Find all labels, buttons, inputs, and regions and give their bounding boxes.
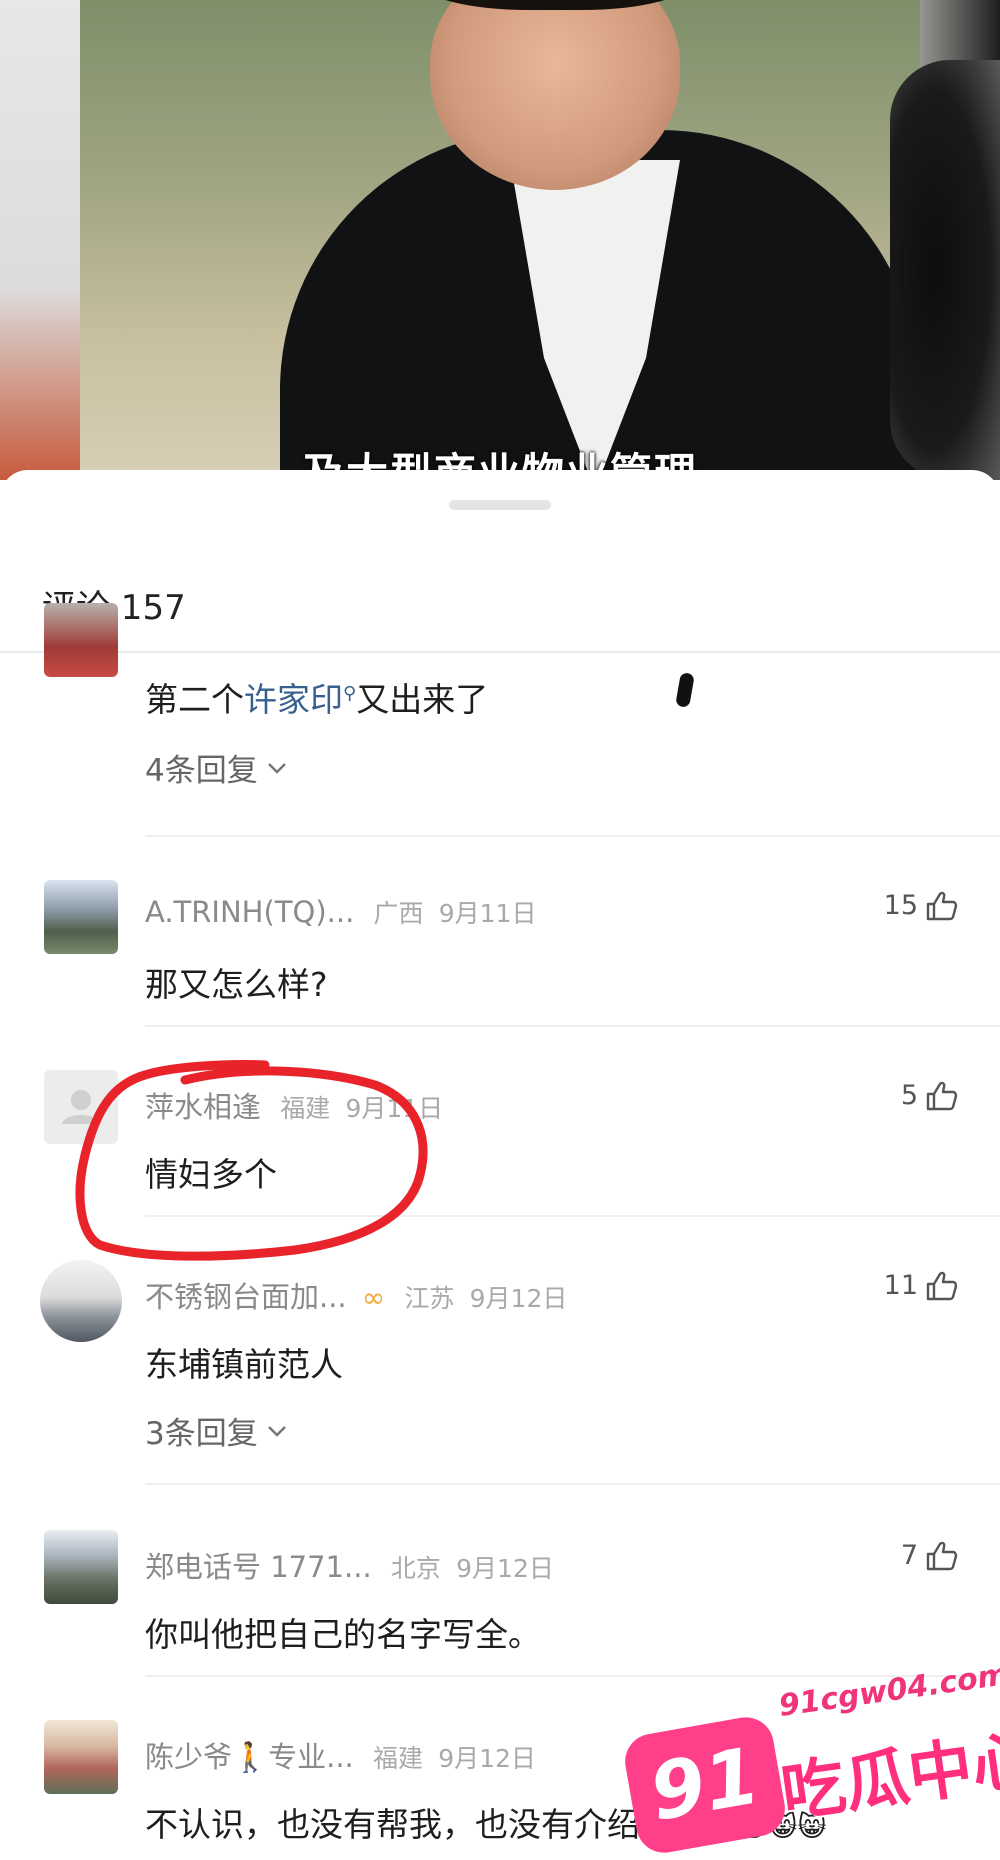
thumbs-up-icon <box>926 1541 958 1570</box>
watermark-url: 91cgw04.com <box>776 1657 1000 1724</box>
comment-divider <box>145 835 1000 837</box>
username[interactable]: 陈少爷🚶专业... <box>145 1740 354 1774</box>
username-row: 不锈钢台面加... ∞ 江苏 9月12日 <box>145 1274 567 1316</box>
comment-item: A.TRINH(TQ)... 广西 9月11日 15 那又怎么样? <box>0 880 1000 1060</box>
location: 福建 <box>372 1744 423 1773</box>
comment-item: 第二个许家印⚲又出来了 4条回复 <box>0 603 1000 883</box>
comment-sheet: 评论 157 第二个许家印⚲又出来了 4条回复 A.TRINH(TQ)... 广… <box>0 470 1000 1860</box>
chevron-down-icon <box>267 1425 286 1437</box>
avatar[interactable] <box>44 1530 118 1604</box>
replies-toggle[interactable]: 4条回复 <box>145 745 288 790</box>
watermark-text: 吃瓜中心 <box>776 1722 1000 1832</box>
avatar[interactable] <box>44 1070 118 1144</box>
drag-handle[interactable] <box>449 500 551 510</box>
avatar[interactable] <box>44 603 118 677</box>
comment-divider <box>145 1025 1000 1027</box>
location: 北京 <box>390 1554 441 1583</box>
video-player[interactable]: 及大型商业物业管理 <box>0 0 1000 480</box>
like-button[interactable]: 11 <box>884 1270 958 1301</box>
location: 广西 <box>373 899 424 928</box>
comment-item: 萍水相逢 福建 9月11日 5 情妇多个 <box>0 1070 1000 1250</box>
date: 9月12日 <box>438 1744 536 1773</box>
topic-link[interactable]: 许家印 <box>244 680 343 719</box>
replies-toggle[interactable]: 3条回复 <box>145 1408 288 1453</box>
comment-text: 东埔镇前范人 <box>145 1345 343 1384</box>
avatar[interactable] <box>44 880 118 954</box>
default-avatar-icon <box>62 1090 100 1124</box>
search-icon: ⚲ <box>343 683 357 704</box>
date: 9月12日 <box>469 1284 568 1313</box>
location: 福建 <box>280 1094 331 1123</box>
comment-divider <box>145 1483 1000 1485</box>
stray-mark <box>675 672 695 708</box>
watermark-badge: 91 <box>620 1712 790 1858</box>
infinity-badge-icon: ∞ <box>361 1281 386 1314</box>
username-row: A.TRINH(TQ)... 广西 9月11日 <box>145 894 536 930</box>
like-count: 7 <box>900 1540 918 1571</box>
avatar[interactable] <box>40 1260 122 1342</box>
username-row: 陈少爷🚶专业... 福建 9月12日 <box>145 1734 536 1776</box>
comment-text: 你叫他把自己的名字写全。 <box>145 1615 541 1654</box>
date: 9月11日 <box>438 899 537 928</box>
like-count: 11 <box>883 1270 918 1301</box>
thumbs-up-icon <box>926 1081 958 1110</box>
chevron-down-icon <box>267 762 286 774</box>
like-count: 15 <box>883 890 918 921</box>
username[interactable]: 萍水相逢 <box>145 1090 261 1124</box>
video-edge-left <box>0 0 80 480</box>
comment-text: 情妇多个 <box>145 1155 277 1194</box>
username-row: 郑电话号 1771... 北京 9月12日 <box>145 1544 554 1586</box>
watermark: 91cgw04.com 91 吃瓜中心 <box>620 1657 1000 1860</box>
like-button[interactable]: 7 <box>901 1540 958 1571</box>
username[interactable]: A.TRINH(TQ)... <box>145 895 354 929</box>
like-button[interactable]: 15 <box>884 890 958 921</box>
thumbs-up-icon <box>926 1271 958 1300</box>
like-button[interactable]: 5 <box>901 1080 958 1111</box>
comment-text: 第二个许家印⚲又出来了 <box>145 680 489 719</box>
location: 江苏 <box>404 1284 455 1313</box>
video-frame <box>80 0 920 480</box>
date: 9月12日 <box>456 1554 554 1583</box>
username[interactable]: 不锈钢台面加... <box>145 1280 347 1314</box>
video-edge-right <box>890 60 1000 480</box>
like-count: 5 <box>900 1080 918 1111</box>
thumbs-up-icon <box>926 891 958 920</box>
username[interactable]: 郑电话号 1771... <box>145 1550 372 1584</box>
username-row: 萍水相逢 福建 9月11日 <box>145 1084 443 1126</box>
comment-text: 那又怎么样? <box>145 965 328 1004</box>
comment-item: 不锈钢台面加... ∞ 江苏 9月12日 11 东埔镇前范人 3条回复 <box>0 1260 1000 1520</box>
avatar[interactable] <box>44 1720 118 1794</box>
date: 9月11日 <box>345 1094 444 1123</box>
comment-divider <box>145 1215 1000 1217</box>
